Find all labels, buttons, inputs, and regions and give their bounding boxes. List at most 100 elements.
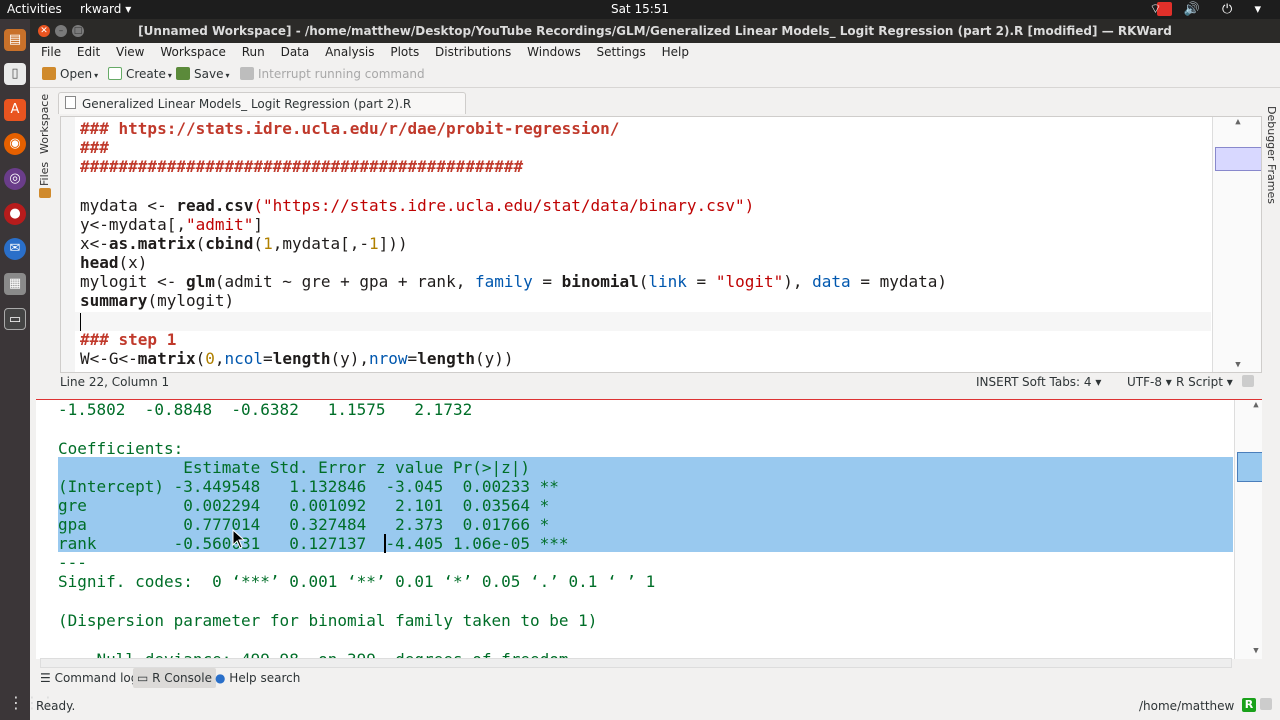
editor-tab[interactable]: Generalized Linear Models_ Logit Regress…: [58, 92, 466, 133]
menu-file[interactable]: File: [35, 44, 67, 61]
app-icon[interactable]: ◎: [4, 168, 26, 190]
tab-help-search[interactable]: ● Help search: [211, 668, 304, 688]
editor-minimap[interactable]: ▲ ▼: [1212, 117, 1261, 372]
code-token: (mylogit): [147, 291, 235, 310]
code-line[interactable]: ### step 1: [80, 330, 176, 349]
code-line[interactable]: ###: [80, 138, 109, 157]
code-token: = mydata): [850, 272, 948, 291]
console-line[interactable]: Coefficients:: [58, 439, 183, 458]
clock[interactable]: Sat 15:51: [0, 2, 1280, 16]
save-button[interactable]: Save ▾: [176, 67, 229, 81]
calculator-icon[interactable]: ▦: [4, 273, 26, 295]
code-token: 1: [369, 234, 379, 253]
code-line[interactable]: head(x): [80, 253, 147, 272]
working-directory[interactable]: /home/matthew: [1139, 697, 1234, 715]
console-line[interactable]: gre 0.002294 0.001092 2.101 0.03564 *: [58, 496, 549, 515]
tab-command-log[interactable]: ☰ Command log: [36, 668, 142, 688]
code-token: data: [812, 272, 851, 291]
code-line[interactable]: ########################################…: [80, 157, 523, 176]
code-line[interactable]: summary(mylogit): [80, 291, 234, 310]
chat-icon[interactable]: ✉: [4, 238, 26, 260]
code-token: ,: [214, 349, 225, 368]
script-editor[interactable]: ### https://stats.idre.ucla.edu/r/dae/pr…: [60, 116, 1262, 373]
code-line[interactable]: ### https://stats.idre.ucla.edu/r/dae/pr…: [80, 119, 619, 138]
menu-view[interactable]: View: [110, 44, 150, 61]
r-console-output[interactable]: -1.5802 -0.8848 -0.6382 1.1575 2.1732 Co…: [36, 399, 1262, 659]
code-line[interactable]: mydata <- read.csv("https://stats.idre.u…: [80, 196, 754, 215]
code-token: (: [195, 234, 206, 253]
code-token: =: [532, 272, 562, 291]
rkward-icon[interactable]: ▭: [4, 308, 26, 330]
document-icon[interactable]: ▯: [4, 63, 26, 85]
tab-workspace[interactable]: Workspace: [38, 94, 51, 154]
menu-settings[interactable]: Settings: [591, 44, 652, 61]
menu-windows[interactable]: Windows: [521, 44, 587, 61]
status-options-icon[interactable]: [1260, 698, 1272, 710]
menu-distributions[interactable]: Distributions: [429, 44, 517, 61]
console-minimap[interactable]: ▲ ▼: [1234, 400, 1262, 659]
console-line[interactable]: rank -0.560031 0.127137 -4.405 1.06e-05 …: [58, 534, 569, 553]
minimap-viewport[interactable]: [1237, 452, 1262, 482]
menu-plots[interactable]: Plots: [384, 44, 425, 61]
code-line[interactable]: x<-as.matrix(cbind(1,mydata[,-1])): [80, 234, 408, 253]
code-token: nrow: [369, 349, 408, 368]
create-button[interactable]: Create ▾: [108, 67, 172, 81]
horizontal-scrollbar[interactable]: [40, 658, 1232, 668]
console-line[interactable]: Estimate Std. Error z value Pr(>|z|): [58, 458, 530, 477]
code-token: as.matrix: [108, 234, 196, 253]
tab-r-console[interactable]: ▭ R Console: [133, 668, 216, 688]
tab-debugger-frames[interactable]: Debugger Frames: [1265, 106, 1278, 204]
code-line[interactable]: y<-mydata[,"admit"]: [80, 215, 263, 234]
editor-status-bar: Line 22, Column 1 INSERT Soft Tabs: 4 ▾ …: [58, 372, 1258, 392]
minimap-viewport[interactable]: [1215, 147, 1261, 171]
code-token: summary: [80, 291, 148, 310]
console-line[interactable]: ---: [58, 553, 87, 572]
scroll-down-icon[interactable]: ▼: [1247, 646, 1262, 656]
menu-run[interactable]: Run: [236, 44, 271, 61]
code-token: =: [407, 349, 418, 368]
encoding-select[interactable]: UTF-8 ▾: [1127, 372, 1172, 392]
firefox-icon[interactable]: ◉: [4, 133, 26, 155]
activities-button[interactable]: Activities: [7, 2, 62, 16]
input-mode[interactable]: INSERT: [976, 372, 1019, 392]
tab-files[interactable]: Files: [38, 162, 51, 186]
system-tray[interactable]: ⌔ 🔊 ⏻ ▾: [1149, 1, 1270, 17]
open-button[interactable]: Open ▾: [42, 67, 98, 81]
menu-edit[interactable]: Edit: [71, 44, 106, 61]
console-line[interactable]: -1.5802 -0.8848 -0.6382 1.1575 2.1732: [58, 400, 472, 419]
console-line[interactable]: gpa 0.777014 0.327484 2.373 0.01766 *: [58, 515, 549, 534]
code-token: ,mydata[,-: [272, 234, 370, 253]
files-icon[interactable]: ▤: [4, 29, 26, 51]
recorder-icon[interactable]: ●: [4, 203, 26, 225]
console-line[interactable]: Signif. codes: 0 ‘***’ 0.001 ‘**’ 0.01 ‘…: [58, 572, 655, 591]
help-icon: ●: [215, 671, 230, 685]
console-line[interactable]: (Dispersion parameter for binomial famil…: [58, 611, 597, 630]
scroll-up-icon[interactable]: ▲: [1229, 117, 1247, 127]
system-top-bar: Activities rkward ▾ Sat 15:51 ⌔ 🔊 ⏻ ▾: [0, 0, 1280, 19]
scroll-up-icon[interactable]: ▲: [1247, 400, 1262, 410]
interrupt-button[interactable]: Interrupt running command: [240, 67, 425, 81]
status-bar: Ready. /home/matthew R: [30, 696, 1280, 720]
code-token: length: [417, 349, 475, 368]
code-token: "logit": [715, 272, 784, 291]
code-line[interactable]: mylogit <- glm(admit ~ gre + gpa + rank,…: [80, 272, 947, 291]
code-token: (y)): [474, 349, 514, 368]
editor-options-icon[interactable]: [1242, 375, 1254, 387]
code-token: link: [648, 272, 687, 291]
menu-data[interactable]: Data: [275, 44, 316, 61]
app-menu[interactable]: rkward ▾: [80, 2, 131, 16]
code-token: ]: [253, 215, 264, 234]
software-center-icon[interactable]: A: [4, 99, 26, 121]
menu-analysis[interactable]: Analysis: [319, 44, 380, 61]
code-token: head: [80, 253, 119, 272]
folder-icon[interactable]: [39, 188, 51, 198]
window-title-bar: ✕ – □ [Unnamed Workspace] - /home/matthe…: [30, 19, 1280, 43]
code-token: family: [474, 272, 533, 291]
indent-settings[interactable]: Soft Tabs: 4 ▾: [1022, 372, 1101, 392]
menu-workspace[interactable]: Workspace: [154, 44, 232, 61]
menu-help[interactable]: Help: [656, 44, 695, 61]
syntax-mode-select[interactable]: R Script ▾: [1176, 372, 1233, 392]
code-line[interactable]: W<-G<-matrix(0,ncol=length(y),nrow=lengt…: [80, 349, 514, 368]
scroll-down-icon[interactable]: ▼: [1229, 360, 1247, 370]
console-line[interactable]: (Intercept) -3.449548 1.132846 -3.045 0.…: [58, 477, 559, 496]
